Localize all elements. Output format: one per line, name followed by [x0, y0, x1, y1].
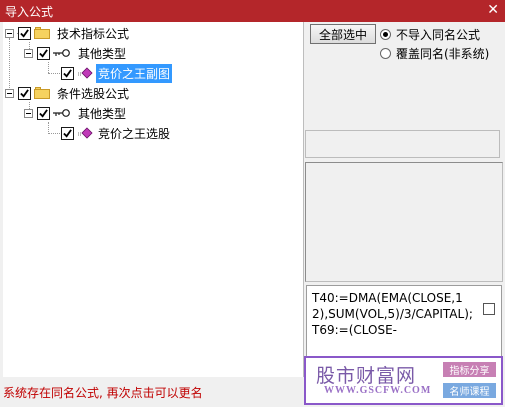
window-title: 导入公式 — [5, 5, 54, 19]
key-icon — [53, 109, 70, 117]
collapse-toggle[interactable] — [24, 108, 33, 118]
tree-node-technical-indicators[interactable]: 技术指标公式 — [5, 24, 131, 42]
collapse-toggle[interactable] — [5, 28, 14, 38]
gem-icon — [78, 127, 93, 139]
radio-label: 覆盖同名(非系统) — [396, 47, 490, 61]
watermark-tag-courses: 名师课程 — [443, 383, 496, 398]
tree-node-stock-screening[interactable]: 条件选股公式 — [5, 84, 131, 102]
description-box — [305, 162, 503, 282]
folder-icon — [34, 27, 50, 39]
options-panel: 全部选中 不导入同名公式 覆盖同名(非系统) T40:=DMA(EMA(CLOS… — [304, 22, 505, 377]
tree-node-label: 竞价之王选股 — [98, 126, 171, 141]
node-checkbox[interactable] — [37, 106, 50, 120]
radio-indicator[interactable] — [380, 48, 391, 59]
tree-node-label: 其他类型 — [78, 106, 127, 121]
code-text: T40:=DMA(EMA(CLOSE,12),SUM(VOL,5)/3/CAPI… — [312, 291, 473, 337]
info-box — [305, 130, 500, 158]
radio-overwrite[interactable]: 覆盖同名(非系统) — [380, 45, 489, 62]
tree-node-label: 竞价之王副图 — [96, 63, 173, 83]
gem-icon — [78, 67, 93, 79]
node-checkbox[interactable] — [18, 86, 31, 100]
radio-label: 不导入同名公式 — [396, 28, 481, 42]
watermark-logo: 股市财富网 WWW.GSCFW.COM 指标分享 名师课程 — [304, 356, 503, 405]
wrap-checkbox[interactable] — [483, 303, 495, 315]
watermark-url: WWW.GSCFW.COM — [324, 385, 432, 396]
collapse-toggle[interactable] — [5, 88, 14, 98]
folder-icon — [34, 87, 50, 99]
key-icon — [53, 49, 70, 57]
close-icon[interactable]: ✕ — [487, 2, 499, 18]
node-checkbox[interactable] — [37, 46, 50, 60]
tree-node-other-types-2[interactable]: 其他类型 — [24, 104, 128, 122]
watermark-tag-indicator-share: 指标分享 — [443, 362, 496, 377]
status-message: 系统存在同名公式, 再次点击可以更名 — [3, 386, 203, 400]
node-checkbox[interactable] — [61, 66, 74, 80]
radio-no-import[interactable]: 不导入同名公式 — [380, 26, 480, 43]
node-checkbox[interactable] — [18, 26, 31, 40]
tree-node-label: 技术指标公式 — [57, 26, 130, 41]
tree-node-other-types[interactable]: 其他类型 — [24, 44, 128, 62]
tree-node-bidding-king-screen[interactable]: 竞价之王选股 — [61, 124, 172, 142]
radio-indicator[interactable] — [380, 29, 391, 40]
title-bar: 导入公式 ✕ — [0, 0, 505, 22]
watermark-title: 股市财富网 — [316, 365, 417, 387]
collapse-toggle[interactable] — [24, 48, 33, 58]
tree-node-label: 其他类型 — [78, 46, 127, 61]
tree-node-bidding-king-chart[interactable]: 竞价之王副图 — [61, 63, 173, 83]
node-checkbox[interactable] — [61, 126, 74, 140]
tree-node-label: 条件选股公式 — [57, 86, 130, 101]
select-all-button[interactable]: 全部选中 — [310, 24, 376, 44]
formula-tree[interactable]: 技术指标公式 其他类型 竞价之王副图 条件选股公式 其他类型 竞价之王选股 — [3, 22, 304, 377]
